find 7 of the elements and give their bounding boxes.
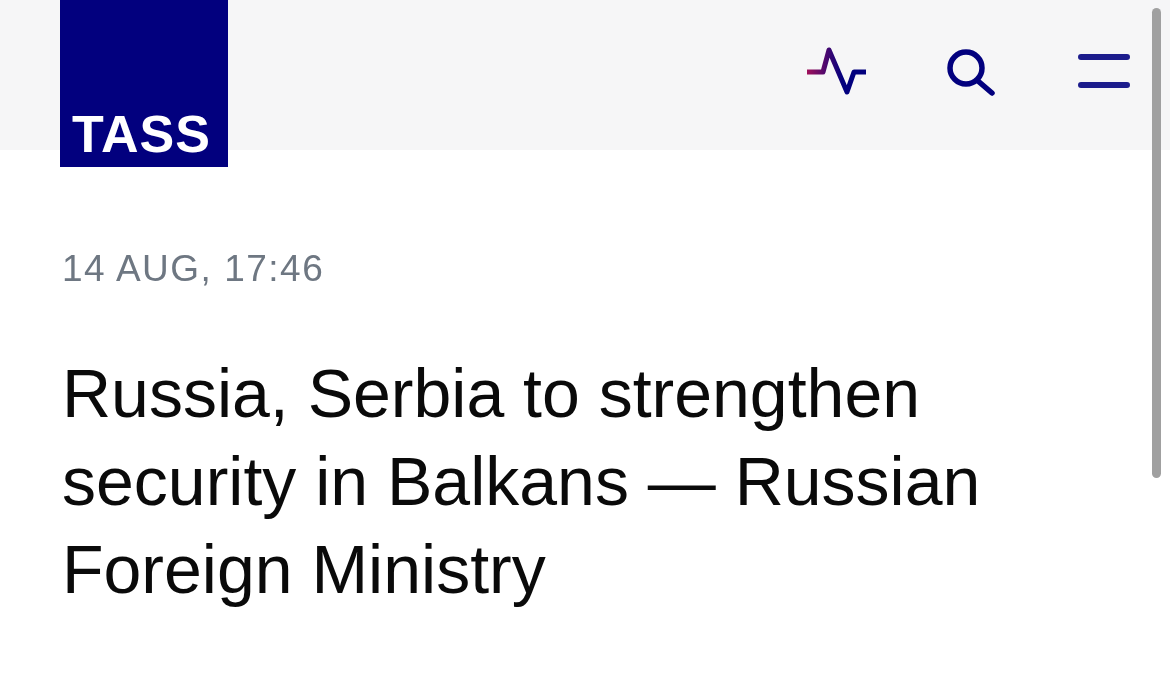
menu-icon[interactable] xyxy=(1078,53,1130,89)
scrollbar-thumb[interactable] xyxy=(1152,8,1161,478)
search-icon[interactable] xyxy=(946,46,996,96)
logo[interactable]: TASS xyxy=(60,0,228,167)
article-date: 14 AUG, 17:46 xyxy=(62,247,325,291)
article-headline: Russia, Serbia to strengthen security in Balkans — Russian Foreign Ministry xyxy=(62,354,982,609)
pulse-icon[interactable] xyxy=(806,46,868,96)
